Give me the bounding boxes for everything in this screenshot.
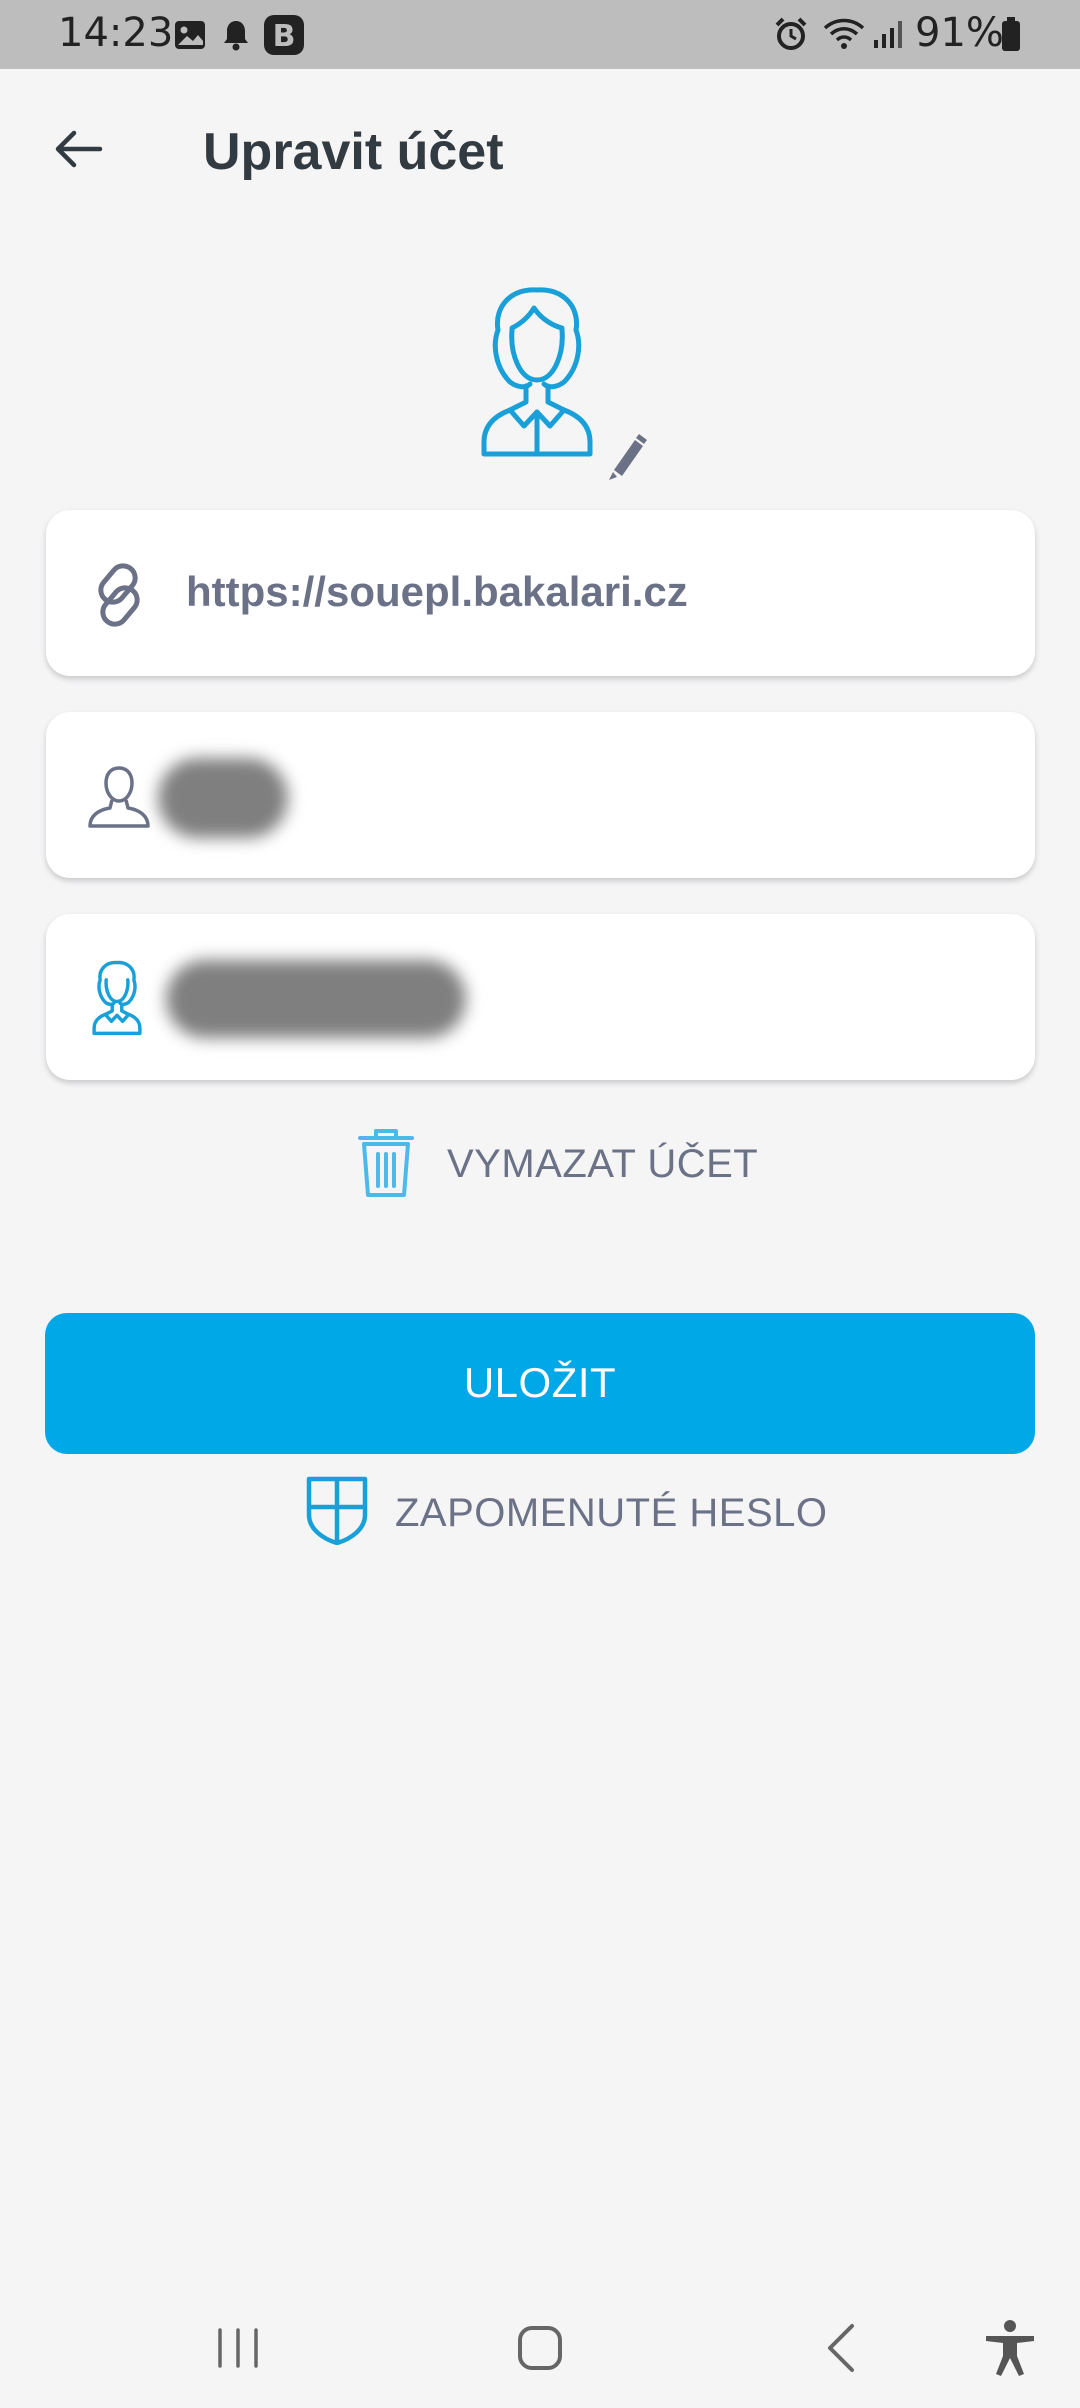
save-button-label: ULOŽIT [463, 1359, 617, 1406]
signal-icon [874, 21, 902, 48]
female-avatar-icon [92, 960, 142, 1036]
link-icon [98, 563, 140, 627]
wifi-icon [823, 18, 865, 49]
forgot-password-label: ZAPOMENUTÉ HESLO [395, 1491, 828, 1535]
pencil-icon[interactable] [603, 430, 647, 482]
accessibility-icon[interactable] [970, 2308, 1050, 2388]
page-title: Upravit účet [203, 123, 504, 181]
trash-icon [358, 1129, 414, 1197]
back-arrow-icon[interactable] [48, 118, 110, 180]
image-icon [175, 21, 205, 49]
status-time: 14:23 [58, 10, 174, 56]
battery-percent: 91% [915, 10, 1004, 56]
display-name-field[interactable] [46, 914, 1035, 1080]
alarm-icon [775, 17, 807, 50]
system-nav-bar [0, 2280, 1080, 2408]
server-url-value: https://souepl.bakalari.cz [186, 568, 688, 615]
username-field[interactable] [46, 712, 1035, 878]
notification-bell-icon [224, 21, 248, 51]
redacted-username [158, 758, 288, 838]
svg-text:B: B [273, 19, 296, 54]
redacted-display-name [166, 960, 466, 1038]
back-icon[interactable] [802, 2308, 882, 2388]
battery-icon [1002, 17, 1020, 51]
server-url-field[interactable]: https://souepl.bakalari.cz [46, 510, 1035, 676]
delete-account-label: VYMAZAT ÚČET [447, 1142, 759, 1186]
b-app-icon: B [264, 15, 304, 55]
save-button[interactable]: ULOŽIT [45, 1313, 1035, 1454]
status-bar: 14:23 B 91% [0, 0, 1080, 69]
recent-apps-icon[interactable] [198, 2308, 278, 2388]
user-icon [88, 766, 150, 828]
female-avatar-icon[interactable] [466, 284, 608, 460]
home-icon[interactable] [500, 2308, 580, 2388]
shield-icon [306, 1476, 368, 1545]
